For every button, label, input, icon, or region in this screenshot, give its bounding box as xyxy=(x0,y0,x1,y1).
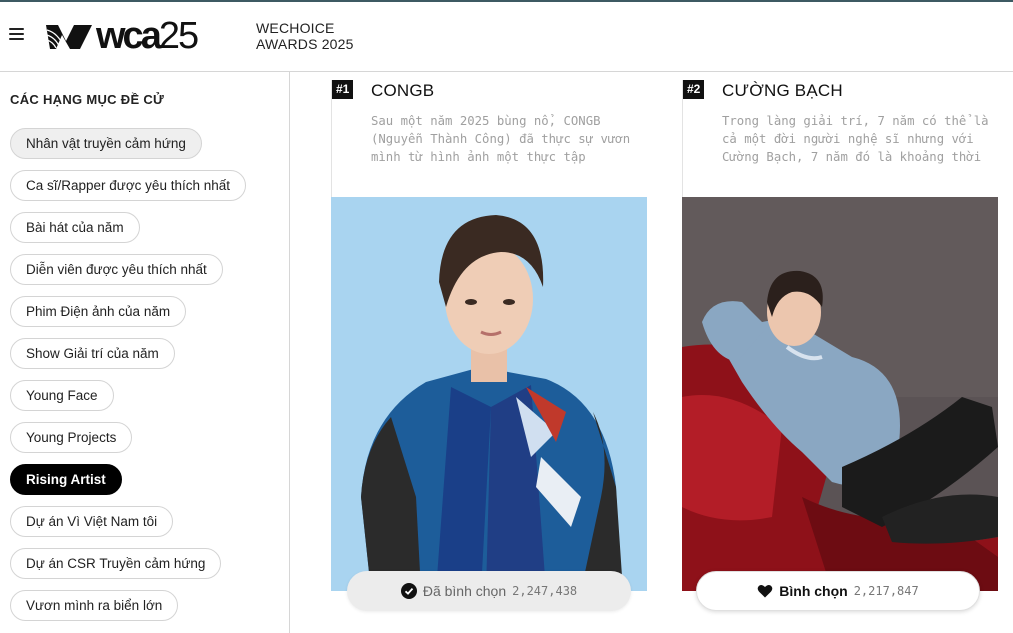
sidebar-category-item[interactable]: Bài hát của năm xyxy=(10,212,140,243)
sidebar-category-item[interactable]: Rising Artist xyxy=(10,464,122,495)
vote-button[interactable]: Đã bình chọn 2,247,438 xyxy=(347,571,631,611)
sidebar-category-item[interactable]: Diễn viên được yêu thích nhất xyxy=(10,254,223,285)
brand-subtitle: WECHOICE AWARDS 2025 xyxy=(256,20,354,52)
sidebar-category-item[interactable]: Dự án Vì Việt Nam tôi xyxy=(10,506,174,537)
sidebar-title: CÁC HẠNG MỤC ĐỀ CỬ xyxy=(10,92,165,107)
heart-icon xyxy=(757,585,773,598)
wca-logo[interactable]: wca25 xyxy=(44,15,199,57)
sidebar-category-item[interactable]: Vươn mình ra biển lớn xyxy=(10,590,179,621)
vote-count: 2,247,438 xyxy=(512,584,578,598)
sidebar-category-item[interactable]: Ca sĩ/Rapper được yêu thích nhất xyxy=(10,170,246,201)
sidebar-category-item[interactable]: Dự án CSR Truyền cảm hứng xyxy=(10,548,222,579)
nominee-card[interactable]: #2 CƯỜNG BẠCH Trong làng giải trí, 7 năm… xyxy=(682,80,998,611)
brand-line-2: AWARDS 2025 xyxy=(256,36,354,52)
nominee-card-header: #1 CONGB Sau một năm 2025 bùng nổ, CONGB… xyxy=(331,80,647,198)
nominee-photo[interactable] xyxy=(331,197,647,591)
nominee-photo-illustration xyxy=(331,197,647,591)
nominee-photo-illustration xyxy=(682,197,998,591)
nominee-photo[interactable] xyxy=(682,197,998,591)
nominee-name[interactable]: CONGB xyxy=(371,81,434,101)
nominee-list: #1 CONGB Sau một năm 2025 bùng nổ, CONGB… xyxy=(291,72,1013,633)
sidebar-category-item[interactable]: Young Projects xyxy=(10,422,133,453)
brand-line-1: WECHOICE xyxy=(256,20,335,36)
vote-count: 2,217,847 xyxy=(853,584,919,598)
rank-badge: #2 xyxy=(683,80,705,99)
sidebar-category-item[interactable]: Phim Điện ảnh của năm xyxy=(10,296,187,327)
rank-badge: #1 xyxy=(332,80,354,99)
vote-label: Bình chọn xyxy=(779,583,848,599)
site-header: wca25 WECHOICE AWARDS 2025 xyxy=(0,2,1013,72)
sidebar-category-item[interactable]: Young Face xyxy=(10,380,114,411)
vote-button[interactable]: Bình chọn 2,217,847 xyxy=(696,571,980,611)
hamburger-menu-icon[interactable] xyxy=(9,28,24,42)
category-sidebar: CÁC HẠNG MỤC ĐỀ CỬ Nhân vật truyền cảm h… xyxy=(0,72,290,633)
nominee-description: Sau một năm 2025 bùng nổ, CONGB (Nguyễn … xyxy=(371,114,631,164)
sidebar-category-item[interactable]: Nhân vật truyền cảm hứng xyxy=(10,128,202,159)
logo-wordmark: wca25 xyxy=(96,15,199,57)
logo-mark-icon xyxy=(46,25,92,49)
sidebar-category-item[interactable]: Show Giải trí của năm xyxy=(10,338,175,369)
check-circle-icon xyxy=(400,583,417,599)
vote-label: Đã bình chọn xyxy=(422,583,507,599)
nominee-name[interactable]: CƯỜNG BẠCH xyxy=(722,81,843,101)
nominee-description: Trong làng giải trí, 7 năm có thể là cả … xyxy=(722,114,989,164)
nominee-card[interactable]: #1 CONGB Sau một năm 2025 bùng nổ, CONGB… xyxy=(331,80,647,611)
nominee-card-header: #2 CƯỜNG BẠCH Trong làng giải trí, 7 năm… xyxy=(682,80,998,198)
